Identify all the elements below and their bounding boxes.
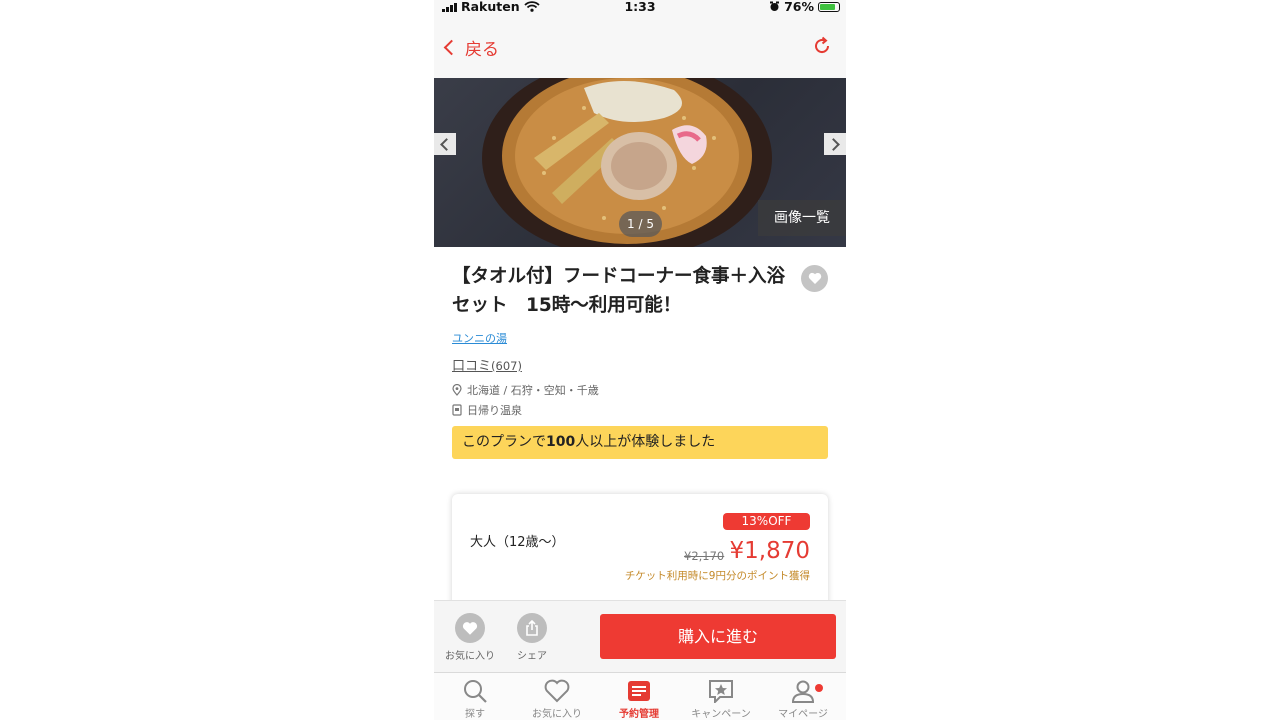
facility-link[interactable]: ユンニの湯 (452, 330, 507, 346)
sale-price: ¥1,870 (729, 538, 810, 564)
carrier-label: Rakuten (461, 0, 520, 14)
tab-favorites-label: お気に入り (532, 709, 582, 720)
location-text: 北海道 / 石狩・空知・千歳 (467, 384, 599, 397)
location-pin-icon (452, 384, 462, 396)
tab-favorites[interactable]: お気に入り (516, 679, 598, 720)
experience-suffix: 人以上が体験しました (575, 434, 716, 450)
battery-icon (818, 1, 840, 12)
status-right: 76% (769, 0, 840, 14)
tab-reservations-label: 予約管理 (619, 709, 659, 720)
back-label: 戻る (465, 40, 499, 60)
favorite-action-button[interactable]: お気に入り (440, 613, 500, 662)
favorite-toggle[interactable] (801, 265, 828, 292)
reviews-label: 口コミ (452, 359, 492, 374)
phone-screen: Rakuten 1:33 76% 戻る 1 / 5 画像一覧 【タオル付】フード… (434, 0, 846, 720)
category-icon (452, 404, 462, 416)
plan-title: 【タオル付】フードコーナー食事＋入浴セット 15時〜利用可能！ (452, 266, 786, 316)
points-note: チケット利用時に9円分のポイント獲得 (624, 570, 810, 582)
image-counter: 1 / 5 (619, 211, 662, 237)
heart-icon (808, 272, 821, 284)
heart-icon (544, 679, 570, 703)
chevron-left-icon (440, 137, 453, 151)
favorite-action-label: お気に入り (445, 651, 495, 662)
alarm-icon (770, 1, 780, 11)
reviews-link[interactable]: 口コミ(607) (452, 355, 522, 374)
share-action-label: シェア (517, 651, 547, 662)
buy-button[interactable]: 購入に進む (600, 614, 836, 659)
tab-search-label: 探す (465, 709, 485, 720)
chevron-left-icon (443, 39, 460, 56)
tab-mypage[interactable]: マイページ (762, 679, 844, 720)
reservation-icon (628, 681, 650, 701)
plan-image-carousel[interactable]: 1 / 5 画像一覧 (434, 78, 846, 247)
category-text: 日帰り温泉 (467, 404, 522, 417)
notification-dot (815, 684, 823, 692)
tab-campaigns-label: キャンペーン (691, 709, 751, 720)
share-action-button[interactable]: シェア (502, 613, 562, 662)
share-circle (517, 613, 547, 643)
experience-prefix: このプランで (462, 434, 546, 450)
discount-badge: 13%OFF (723, 513, 810, 530)
search-icon (464, 680, 487, 703)
nav-header: 戻る (434, 14, 846, 78)
back-button[interactable]: 戻る (443, 35, 499, 60)
status-bar: Rakuten 1:33 76% (434, 0, 846, 14)
location-row: 北海道 / 石狩・空知・千歳 (452, 382, 599, 398)
reviews-count: (607) (491, 359, 522, 373)
battery-percent: 76% (784, 0, 814, 14)
favorite-circle (455, 613, 485, 643)
experience-count: 100 (546, 434, 576, 450)
user-icon (791, 680, 815, 703)
tab-search[interactable]: 探す (434, 679, 516, 720)
signal-icon (442, 2, 457, 12)
reload-icon[interactable] (812, 36, 832, 56)
share-icon (526, 620, 538, 636)
tab-reservations[interactable]: 予約管理 (598, 679, 680, 720)
bottom-tab-bar: 探す お気に入り 予約管理 キャンペーン マイページ (434, 672, 846, 720)
original-price: ¥2,170 (684, 549, 725, 563)
carousel-next-button[interactable] (824, 133, 846, 155)
tab-mypage-label: マイページ (778, 709, 828, 720)
wifi-icon (523, 1, 540, 12)
price-card: 大人（12歳〜） 13%OFF ¥2,170 ¥1,870 チケット利用時に9円… (452, 494, 828, 614)
view-all-images-button[interactable]: 画像一覧 (758, 200, 846, 236)
age-label: 大人（12歳〜） (470, 535, 565, 550)
purchase-action-bar: お気に入り シェア 購入に進む (434, 600, 846, 673)
campaign-icon (709, 680, 733, 703)
experience-banner: このプランで100人以上が体験しました (452, 426, 828, 459)
chevron-right-icon (827, 137, 840, 151)
carousel-prev-button[interactable] (434, 133, 456, 155)
category-row: 日帰り温泉 (452, 402, 522, 418)
status-left: Rakuten (442, 0, 540, 14)
tab-campaigns[interactable]: キャンペーン (680, 679, 762, 720)
heart-icon (462, 621, 478, 635)
